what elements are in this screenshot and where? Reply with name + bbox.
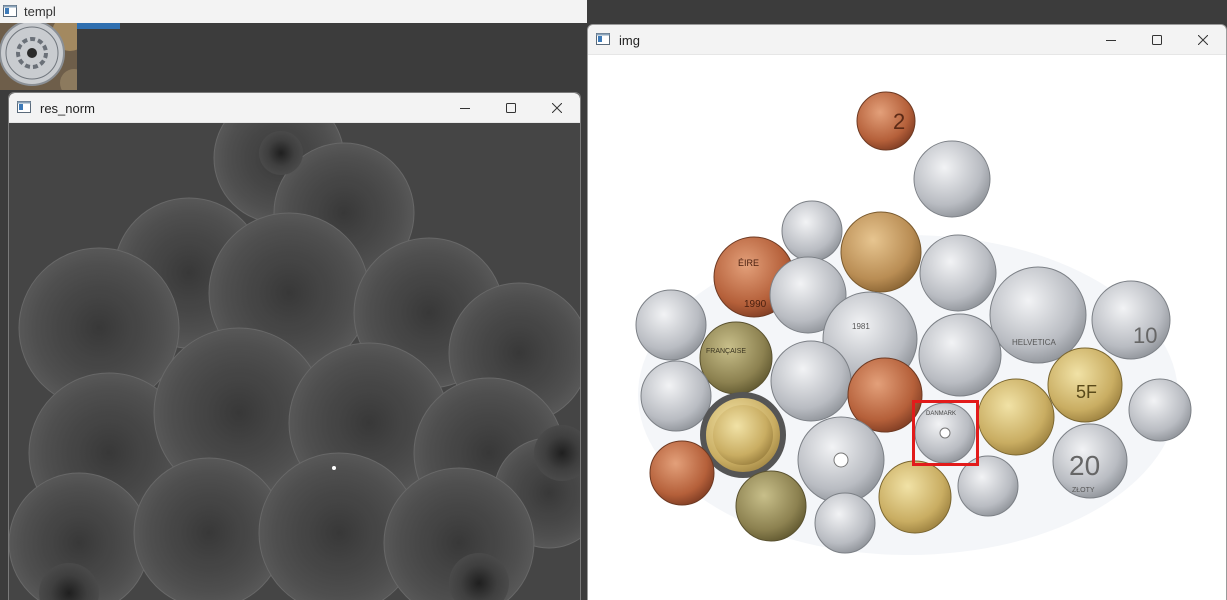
coin-label-helvetica: HELVETICA	[1012, 338, 1057, 347]
minimize-icon	[460, 108, 470, 109]
res-norm-close-button[interactable]	[534, 93, 580, 123]
coin-label-1990: 1990	[744, 299, 767, 310]
close-icon	[1198, 35, 1208, 45]
img-window: img 2 20 10 5F ÉIRE 1990 FRANÇAISE HELVE…	[587, 24, 1227, 600]
coins-image: 2 20 10 5F ÉIRE 1990 FRANÇAISE HELVETICA…	[588, 55, 1226, 600]
correlation-result-image	[9, 93, 580, 600]
minimize-icon	[1106, 40, 1116, 41]
res-norm-window: res_norm	[8, 92, 581, 600]
templ-title: templ	[24, 4, 56, 19]
img-titlebar[interactable]: img	[588, 25, 1226, 55]
app-icon	[596, 33, 610, 45]
res-norm-titlebar[interactable]: res_norm	[9, 93, 580, 123]
coin-label-1981: 1981	[852, 322, 870, 331]
coin-label-2: 2	[893, 109, 905, 134]
maximize-icon	[506, 103, 516, 113]
close-icon	[552, 103, 562, 113]
res-norm-title: res_norm	[40, 101, 95, 116]
img-maximize-button[interactable]	[1134, 25, 1180, 55]
template-image	[0, 15, 88, 97]
img-close-button[interactable]	[1180, 25, 1226, 55]
res-norm-maximize-button[interactable]	[488, 93, 534, 123]
maximize-icon	[1152, 35, 1162, 45]
templ-titlebar[interactable]: templ	[0, 0, 587, 23]
coin-label-20: 20	[1069, 450, 1100, 481]
templ-focus-accent	[70, 23, 120, 29]
app-icon	[17, 101, 31, 113]
img-title: img	[619, 33, 640, 48]
res-norm-minimize-button[interactable]	[442, 93, 488, 123]
app-icon	[3, 5, 17, 17]
coin-label-10: 10	[1133, 323, 1157, 348]
coin-label-zloty: ZŁOTY	[1072, 487, 1095, 494]
img-minimize-button[interactable]	[1088, 25, 1134, 55]
coin-label-francaise: FRANÇAISE	[706, 348, 746, 355]
coin-label-5f: 5F	[1076, 382, 1097, 402]
match-rectangle	[912, 400, 979, 466]
coin-label-eire: ÉIRE	[738, 258, 759, 268]
